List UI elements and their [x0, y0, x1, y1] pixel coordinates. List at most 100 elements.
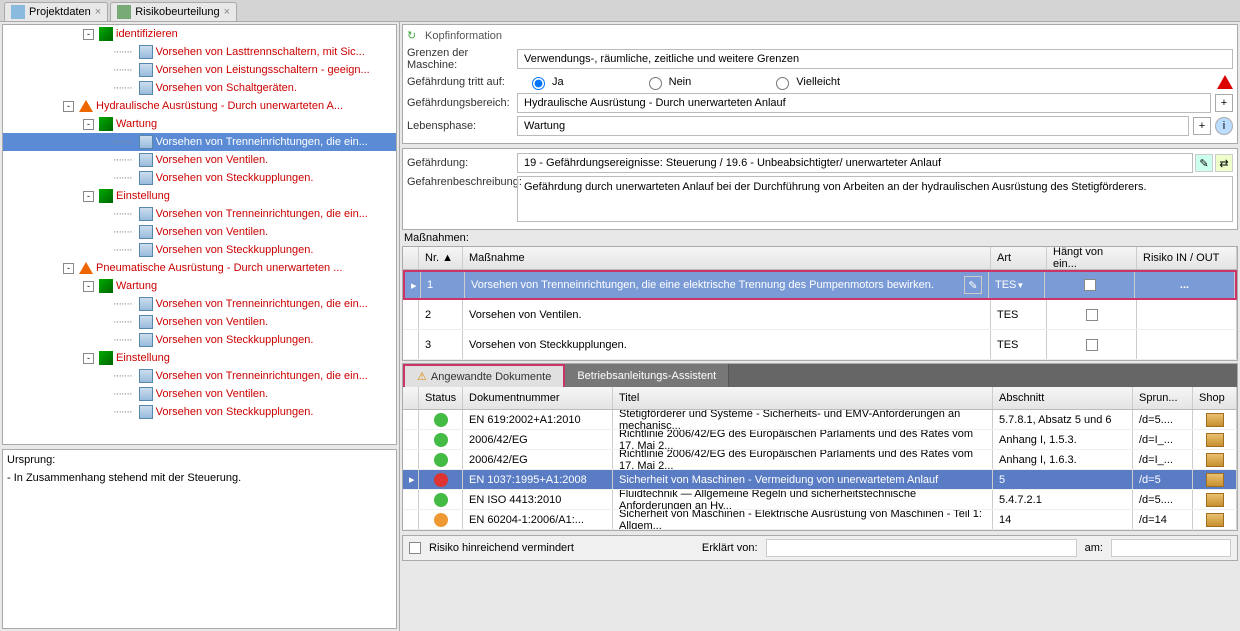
- shop-icon[interactable]: [1206, 433, 1224, 447]
- tree-node[interactable]: ·······Vorsehen von Leistungsschaltern -…: [3, 61, 396, 79]
- phase-field[interactable]: Wartung: [517, 116, 1189, 136]
- tree-toggle[interactable]: -: [83, 191, 94, 202]
- page-icon: [139, 369, 153, 383]
- col-sprung[interactable]: Sprun...: [1133, 387, 1193, 409]
- tree-node[interactable]: -Einstellung: [3, 187, 396, 205]
- tree-node[interactable]: ·······Vorsehen von Ventilen.: [3, 385, 396, 403]
- document-row[interactable]: EN ISO 4413:2010Fluidtechnik — Allgemein…: [403, 490, 1237, 510]
- edit-hazard-button[interactable]: ✎: [1195, 154, 1213, 172]
- tree-toggle[interactable]: -: [83, 281, 94, 292]
- tree-label: Vorsehen von Trenneinrichtungen, die ein…: [156, 298, 368, 310]
- tree-node[interactable]: ·······Vorsehen von Steckkupplungen.: [3, 403, 396, 421]
- page-icon: [139, 297, 153, 311]
- page-icon: [139, 171, 153, 185]
- measure-row[interactable]: ▸1Vorsehen von Trenneinrichtungen, die e…: [403, 270, 1237, 300]
- measure-row[interactable]: 2Vorsehen von Ventilen.TES: [403, 300, 1237, 330]
- beschr-label: Gefahrenbeschreibung:: [407, 176, 517, 188]
- tree-node[interactable]: ·······Vorsehen von Trenneinrichtungen, …: [3, 295, 396, 313]
- col-massnahme[interactable]: Maßnahme: [463, 247, 991, 269]
- more-button[interactable]: ...: [1180, 279, 1189, 291]
- edit-measure-button[interactable]: ✎: [964, 276, 982, 294]
- tree-node[interactable]: ·······Vorsehen von Trenneinrichtungen, …: [3, 205, 396, 223]
- tree-node[interactable]: ·······Vorsehen von Ventilen.: [3, 313, 396, 331]
- page-icon: [139, 315, 153, 329]
- document-row[interactable]: EN 619:2002+A1:2010Stetigförderer und Sy…: [403, 410, 1237, 430]
- add-phase-button[interactable]: +: [1193, 117, 1211, 135]
- gefaehrdung-field[interactable]: 19 - Gefährdungsereignisse: Steuerung / …: [517, 153, 1193, 173]
- document-row[interactable]: ▸EN 1037:1995+A1:2008Sicherheit von Masc…: [403, 470, 1237, 490]
- document-row[interactable]: EN 60204-1:2006/A1:...Sicherheit von Mas…: [403, 510, 1237, 530]
- tree-toggle[interactable]: -: [83, 29, 94, 40]
- depends-checkbox[interactable]: [1086, 339, 1098, 351]
- page-icon: [139, 207, 153, 221]
- col-abschnitt[interactable]: Abschnitt: [993, 387, 1133, 409]
- beschr-field[interactable]: Gefährdung durch unerwarteten Anlauf bei…: [517, 176, 1233, 222]
- tree-node[interactable]: -Wartung: [3, 277, 396, 295]
- page-icon: [139, 243, 153, 257]
- erklart-field[interactable]: [766, 539, 1077, 557]
- col-shop[interactable]: Shop: [1193, 387, 1237, 409]
- tree-node[interactable]: ·······Vorsehen von Steckkupplungen.: [3, 169, 396, 187]
- info-button[interactable]: i: [1215, 117, 1233, 135]
- tree-node[interactable]: -identifizieren: [3, 25, 396, 43]
- col-docnr[interactable]: Dokumentnummer: [463, 387, 613, 409]
- col-titel[interactable]: Titel: [613, 387, 993, 409]
- tab-projektdaten[interactable]: Projektdaten ×: [4, 2, 108, 21]
- tree-node[interactable]: ·······Vorsehen von Trenneinrichtungen, …: [3, 133, 396, 151]
- tree-label: Vorsehen von Leistungsschaltern - geeign…: [156, 64, 370, 76]
- col-hangt[interactable]: Hängt von ein...: [1047, 247, 1137, 269]
- tree-node[interactable]: ·······Vorsehen von Steckkupplungen.: [3, 331, 396, 349]
- radio-nein[interactable]: Nein: [644, 74, 692, 90]
- tree-toggle[interactable]: -: [83, 119, 94, 130]
- radio-vielleicht[interactable]: Vielleicht: [771, 74, 840, 90]
- col-art[interactable]: Art: [991, 247, 1047, 269]
- col-io[interactable]: Risiko IN / OUT: [1137, 247, 1237, 269]
- am-field[interactable]: [1111, 539, 1231, 557]
- shop-icon[interactable]: [1206, 453, 1224, 467]
- tree-node[interactable]: ·······Vorsehen von Steckkupplungen.: [3, 241, 396, 259]
- risk-reduced-checkbox[interactable]: [409, 542, 421, 554]
- tree-label: Hydraulische Ausrüstung - Durch unerwart…: [96, 100, 343, 112]
- heartbeat-icon: [99, 279, 113, 293]
- tree-node[interactable]: ·······Vorsehen von Trenneinrichtungen, …: [3, 367, 396, 385]
- shop-icon[interactable]: [1206, 493, 1224, 507]
- grenzen-label: Grenzen der Maschine:: [407, 47, 517, 71]
- radio-ja[interactable]: Ja: [527, 74, 564, 90]
- page-icon: [139, 405, 153, 419]
- grenzen-field[interactable]: Verwendungs-, räumliche, zeitliche und w…: [517, 49, 1233, 69]
- tree-node[interactable]: -Wartung: [3, 115, 396, 133]
- tree-node[interactable]: ·······Vorsehen von Schaltgeräten.: [3, 79, 396, 97]
- add-bereich-button[interactable]: +: [1215, 94, 1233, 112]
- tree-toggle[interactable]: -: [63, 101, 74, 112]
- col-status[interactable]: Status: [419, 387, 463, 409]
- depends-checkbox[interactable]: [1084, 279, 1096, 291]
- close-icon[interactable]: ×: [95, 6, 101, 18]
- origin-text: - In Zusammenhang stehend mit der Steuer…: [7, 472, 392, 484]
- tree-label: Vorsehen von Ventilen.: [156, 154, 269, 166]
- depends-checkbox[interactable]: [1086, 309, 1098, 321]
- tree-node[interactable]: -Pneumatische Ausrüstung - Durch unerwar…: [3, 259, 396, 277]
- tab-risikobeurteilung[interactable]: Risikobeurteilung ×: [110, 2, 237, 21]
- refresh-icon[interactable]: ↻: [407, 29, 421, 43]
- status-icon: [434, 473, 448, 487]
- tree-node[interactable]: -Einstellung: [3, 349, 396, 367]
- tree-toggle[interactable]: -: [63, 263, 74, 274]
- tree-label: Vorsehen von Lasttrennschaltern, mit Sic…: [156, 46, 365, 58]
- tree-node[interactable]: ·······Vorsehen von Ventilen.: [3, 151, 396, 169]
- shop-icon[interactable]: [1206, 413, 1224, 427]
- close-icon[interactable]: ×: [224, 6, 230, 18]
- tree-node[interactable]: ·······Vorsehen von Lasttrennschaltern, …: [3, 43, 396, 61]
- link-hazard-button[interactable]: ⇄: [1215, 154, 1233, 172]
- tree-node[interactable]: ·······Vorsehen von Ventilen.: [3, 223, 396, 241]
- document-row[interactable]: 2006/42/EGRichtlinie 2006/42/EG des Euro…: [403, 430, 1237, 450]
- shop-icon[interactable]: [1206, 513, 1224, 527]
- tree-node[interactable]: - Hydraulische Ausrüstung - Durch unerwar…: [3, 97, 396, 115]
- bereich-field[interactable]: Hydraulische Ausrüstung - Durch unerwart…: [517, 93, 1211, 113]
- tab-assistant[interactable]: Betriebsanleitungs-Assistent: [565, 364, 729, 387]
- col-nr[interactable]: Nr. ▲: [419, 247, 463, 269]
- shop-icon[interactable]: [1206, 473, 1224, 487]
- measure-row[interactable]: 3Vorsehen von Steckkupplungen.TES: [403, 330, 1237, 360]
- document-row[interactable]: 2006/42/EGRichtlinie 2006/42/EG des Euro…: [403, 450, 1237, 470]
- tree-toggle[interactable]: -: [83, 353, 94, 364]
- tab-documents[interactable]: ⚠ Angewandte Dokumente: [403, 364, 565, 387]
